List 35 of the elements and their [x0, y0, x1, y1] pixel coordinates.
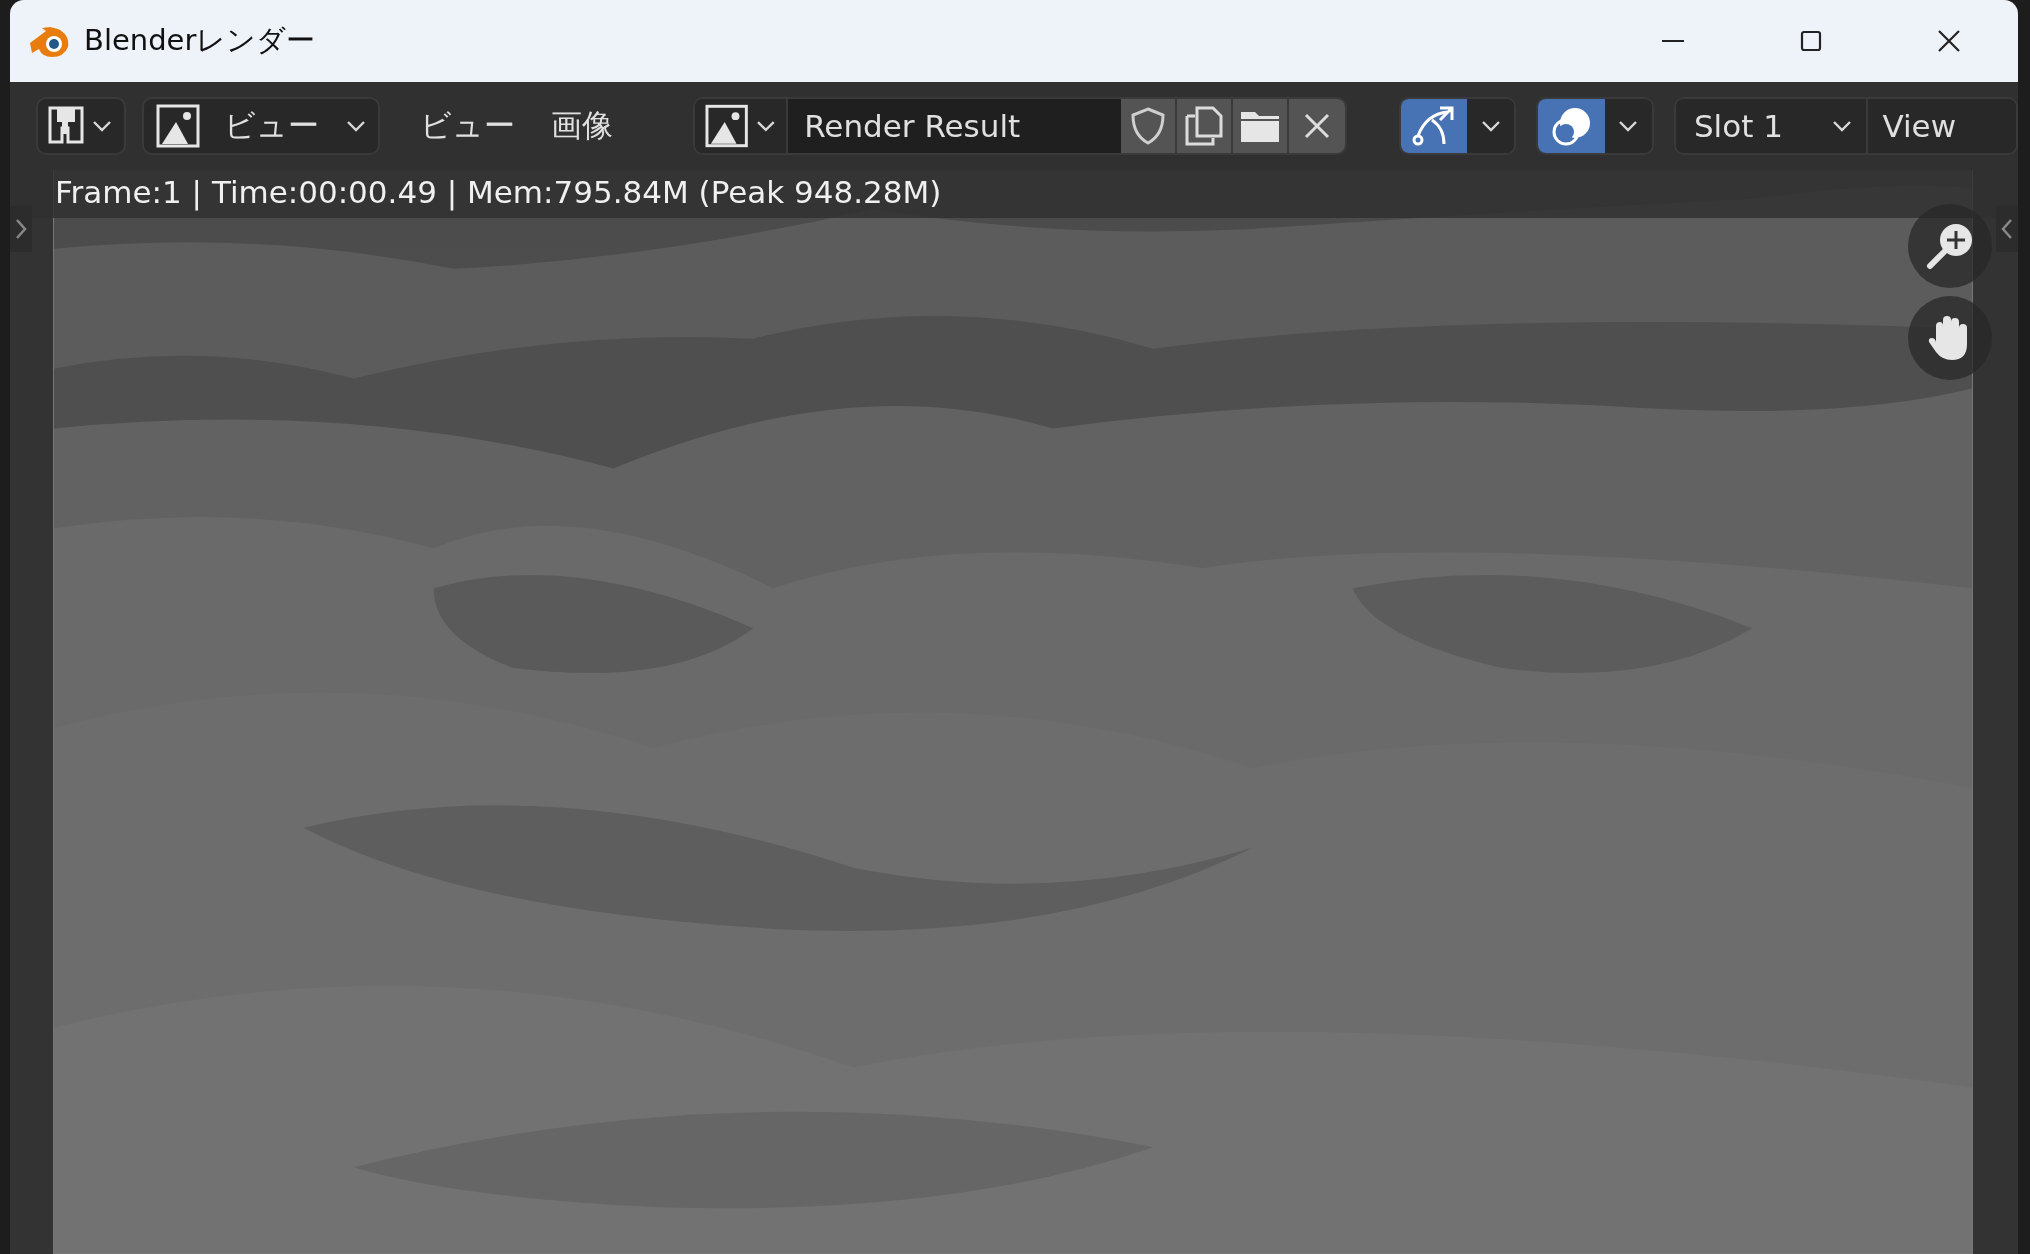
shield-icon	[1130, 107, 1165, 145]
chevron-down-icon	[1618, 120, 1639, 132]
render-info-text: Frame:1 | Time:00:00.49 | Mem:795.84M (Peak 948.28M)	[55, 174, 942, 210]
close-icon	[1937, 29, 1961, 53]
image-editor-icon	[48, 106, 84, 146]
chevron-down-icon	[92, 120, 112, 132]
overlay-circles-icon	[1550, 105, 1593, 147]
chevron-left-icon	[2001, 218, 2013, 240]
close-icon	[1303, 113, 1330, 139]
open-image-button[interactable]	[1232, 99, 1289, 153]
window-title: Blenderレンダー	[84, 22, 316, 59]
chevron-right-icon	[15, 218, 27, 240]
copy-icon	[1184, 106, 1223, 146]
view-mode-dropdown[interactable]: ビュー	[142, 97, 381, 155]
curve-arrow-icon	[1412, 106, 1456, 146]
image-icon	[156, 104, 201, 148]
chevron-down-icon	[1832, 120, 1853, 132]
chevron-down-icon	[1480, 120, 1501, 132]
fake-user-button[interactable]	[1120, 99, 1177, 153]
menu-item[interactable]: 画像	[533, 97, 632, 155]
expand-toolbar-button[interactable]	[10, 206, 32, 252]
minimize-icon	[1662, 39, 1684, 43]
chevron-down-icon	[756, 120, 777, 132]
image-name-field[interactable]: Render Result	[786, 99, 1121, 153]
gizmo-toggle[interactable]	[1400, 99, 1468, 153]
chevron-down-icon	[346, 120, 367, 132]
duplicate-image-button[interactable]	[1176, 99, 1233, 153]
maximize-icon	[1800, 30, 1822, 52]
editor-type-button[interactable]	[36, 97, 127, 155]
slot-dropdown[interactable]: Slot 1	[1675, 99, 1869, 153]
expand-sidebar-button[interactable]	[1996, 206, 2018, 252]
unlink-image-button[interactable]	[1288, 99, 1345, 153]
image-icon	[705, 104, 749, 148]
overlay-toggle[interactable]	[1538, 99, 1605, 153]
menu-item[interactable]: ビュー	[402, 97, 534, 155]
